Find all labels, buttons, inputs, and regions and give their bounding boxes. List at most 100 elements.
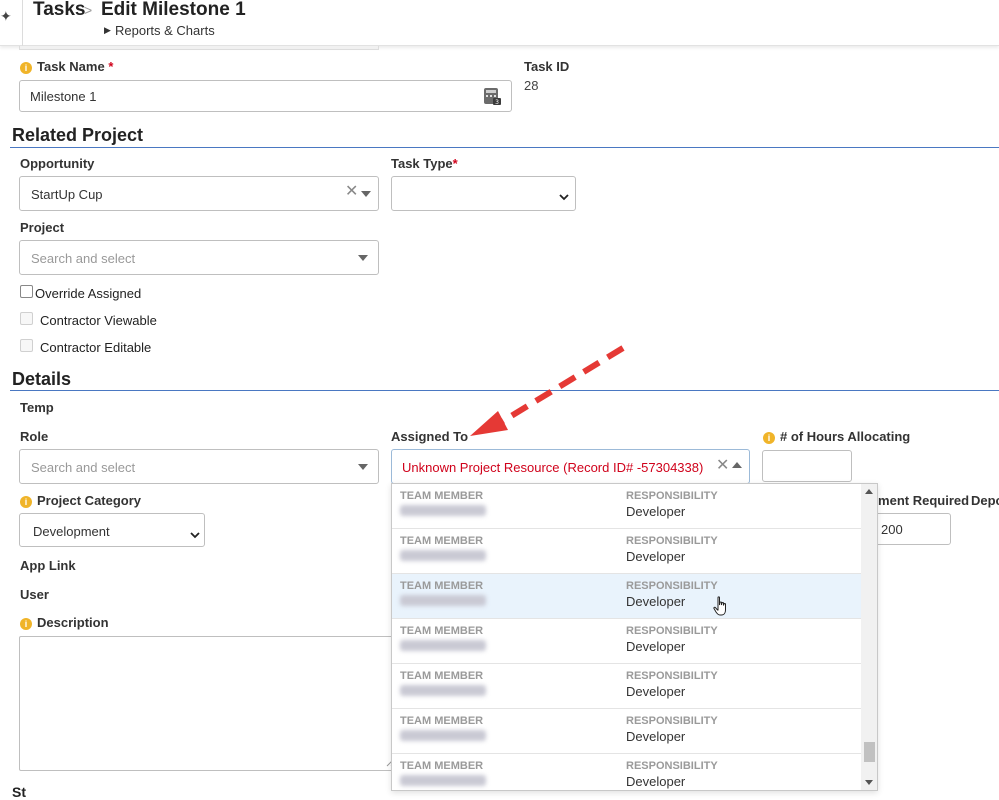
info-icon[interactable]: i bbox=[20, 496, 32, 508]
scroll-down-icon[interactable] bbox=[865, 780, 873, 785]
responsibility-value: Developer bbox=[626, 729, 686, 744]
info-icon[interactable]: i bbox=[20, 62, 32, 74]
expand-caret-icon[interactable]: ▶ bbox=[104, 25, 111, 36]
task-name-label-text: Task Name bbox=[37, 59, 105, 74]
list-item[interactable]: TEAM MEMBER RESPONSIBILITY Developer bbox=[392, 484, 861, 529]
responsibility-header: RESPONSIBILITY bbox=[626, 625, 718, 637]
project-placeholder: Search and select bbox=[31, 251, 136, 266]
redacted-name bbox=[400, 505, 486, 516]
contractor-editable-label: Contractor Editable bbox=[40, 340, 152, 355]
deposit-label: Depo bbox=[971, 493, 999, 508]
scrolled-field-remnant bbox=[19, 46, 379, 50]
responsibility-value: Developer bbox=[626, 594, 686, 609]
caret-down-icon[interactable] bbox=[361, 191, 371, 197]
svg-text:3: 3 bbox=[495, 99, 499, 105]
team-member-header: TEAM MEMBER bbox=[400, 625, 484, 637]
breadcrumb-tasks[interactable]: Tasks bbox=[33, 0, 85, 21]
related-project-heading: Related Project bbox=[12, 125, 144, 145]
team-member-header: TEAM MEMBER bbox=[400, 715, 484, 727]
task-type-label-text: Task Type bbox=[391, 156, 453, 171]
team-member-header: TEAM MEMBER bbox=[400, 535, 484, 547]
list-item[interactable]: TEAM MEMBER RESPONSIBILITY Developer bbox=[392, 709, 861, 754]
hours-allocating-input[interactable] bbox=[762, 450, 852, 482]
caret-down-icon[interactable] bbox=[358, 464, 368, 470]
task-name-input[interactable]: Milestone 1 3 bbox=[19, 80, 512, 112]
reports-charts-link[interactable]: Reports & Charts bbox=[115, 23, 215, 38]
menu-toggle-icon[interactable]: ✦ bbox=[0, 8, 12, 25]
project-select[interactable]: Search and select bbox=[19, 240, 379, 275]
user-label: User bbox=[20, 587, 49, 602]
payment-amount-value: 200 bbox=[881, 522, 903, 537]
list-item[interactable]: TEAM MEMBER RESPONSIBILITY Developer bbox=[392, 754, 861, 790]
list-item[interactable]: TEAM MEMBER RESPONSIBILITY Developer bbox=[392, 664, 861, 709]
chevron-down-icon[interactable] bbox=[190, 527, 200, 542]
team-member-header: TEAM MEMBER bbox=[400, 490, 484, 502]
required-marker: * bbox=[452, 156, 458, 171]
responsibility-header: RESPONSIBILITY bbox=[626, 760, 718, 772]
assigned-to-dropdown[interactable]: TEAM MEMBER RESPONSIBILITY Developer TEA… bbox=[391, 483, 878, 791]
responsibility-header: RESPONSIBILITY bbox=[626, 490, 718, 502]
redacted-name bbox=[400, 730, 486, 741]
hours-allocating-label: i # of Hours Allocating bbox=[763, 429, 910, 444]
list-item[interactable]: TEAM MEMBER RESPONSIBILITY Developer bbox=[392, 619, 861, 664]
task-name-value: Milestone 1 bbox=[30, 89, 97, 104]
responsibility-header: RESPONSIBILITY bbox=[626, 670, 718, 682]
contractor-viewable-checkbox[interactable] bbox=[20, 312, 33, 325]
breadcrumb-separator-icon: > bbox=[84, 2, 93, 18]
temp-label: Temp bbox=[20, 400, 54, 415]
opportunity-select[interactable]: StartUp Cup ✕ bbox=[19, 176, 379, 211]
scroll-up-icon[interactable] bbox=[865, 489, 873, 494]
responsibility-value: Developer bbox=[626, 549, 686, 564]
role-label: Role bbox=[20, 429, 49, 444]
override-assigned-checkbox[interactable] bbox=[20, 285, 33, 298]
assigned-to-label: Assigned To bbox=[391, 429, 469, 444]
opportunity-value: StartUp Cup bbox=[31, 187, 103, 202]
contractor-editable-checkbox[interactable] bbox=[20, 339, 33, 352]
assigned-to-select[interactable]: Unknown Project Resource (Record ID# -57… bbox=[391, 449, 750, 484]
list-item[interactable]: TEAM MEMBER RESPONSIBILITY Developer bbox=[392, 529, 861, 574]
team-member-header: TEAM MEMBER bbox=[400, 580, 484, 592]
caret-down-icon[interactable] bbox=[358, 255, 368, 261]
team-member-header: TEAM MEMBER bbox=[400, 760, 484, 772]
hours-allocating-label-text: # of Hours Allocating bbox=[780, 429, 911, 444]
responsibility-value: Developer bbox=[626, 639, 686, 654]
redacted-name bbox=[400, 775, 486, 786]
team-member-header: TEAM MEMBER bbox=[400, 670, 484, 682]
clear-icon[interactable]: ✕ bbox=[345, 184, 358, 200]
chevron-down-icon[interactable] bbox=[559, 189, 569, 204]
task-id-value: 28 bbox=[524, 78, 539, 93]
calculator-icon[interactable]: 3 bbox=[484, 88, 501, 108]
task-id-label: Task ID bbox=[524, 59, 570, 74]
responsibility-value: Developer bbox=[626, 504, 686, 519]
dropdown-scrollbar[interactable] bbox=[861, 484, 877, 790]
contractor-viewable-label: Contractor Viewable bbox=[40, 313, 157, 328]
payment-required-label: rment Required bbox=[873, 493, 970, 508]
description-label-text: Description bbox=[37, 615, 109, 630]
list-item-hovered[interactable]: TEAM MEMBER RESPONSIBILITY Developer bbox=[392, 574, 861, 619]
page-title: Edit Milestone 1 bbox=[101, 0, 246, 20]
description-textarea[interactable] bbox=[19, 636, 399, 771]
project-category-select[interactable]: Development bbox=[19, 513, 205, 547]
scrollbar-thumb[interactable] bbox=[864, 742, 875, 762]
task-type-select[interactable] bbox=[391, 176, 576, 211]
redacted-name bbox=[400, 550, 486, 561]
info-icon[interactable]: i bbox=[763, 432, 775, 444]
role-select[interactable]: Search and select bbox=[19, 449, 379, 484]
redacted-name bbox=[400, 640, 486, 651]
app-link-label: App Link bbox=[20, 558, 76, 573]
hand-cursor-icon bbox=[713, 596, 726, 616]
responsibility-value: Developer bbox=[626, 774, 686, 789]
redacted-name bbox=[400, 595, 486, 606]
caret-up-icon[interactable] bbox=[732, 462, 742, 468]
annotation-arrow bbox=[470, 345, 625, 436]
description-label: i Description bbox=[20, 615, 109, 630]
responsibility-header: RESPONSIBILITY bbox=[626, 580, 718, 592]
clear-icon[interactable]: ✕ bbox=[716, 458, 729, 474]
project-category-label: i Project Category bbox=[20, 493, 141, 508]
responsibility-header: RESPONSIBILITY bbox=[626, 715, 718, 727]
info-icon[interactable]: i bbox=[20, 618, 32, 630]
details-heading: Details bbox=[12, 369, 72, 389]
related-project-divider bbox=[10, 147, 999, 148]
header-divider bbox=[22, 0, 23, 46]
assigned-to-value: Unknown Project Resource (Record ID# -57… bbox=[402, 460, 704, 475]
